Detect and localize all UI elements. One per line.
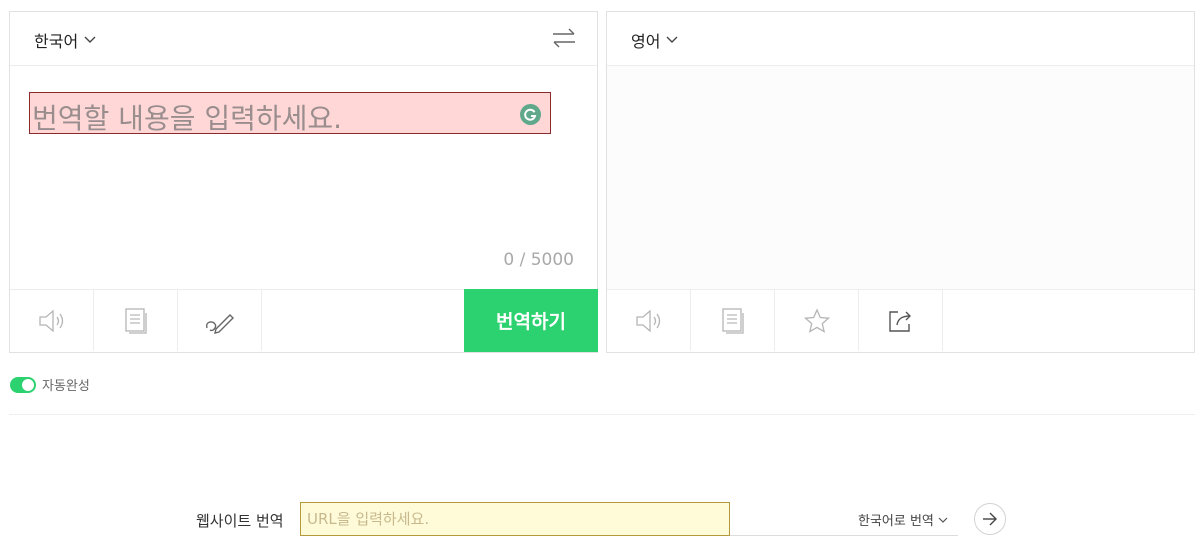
target-toolbar — [607, 289, 1194, 352]
speaker-icon — [38, 309, 63, 332]
target-panel-header: 영어 — [607, 12, 1194, 66]
grammarly-icon[interactable] — [520, 104, 541, 125]
target-language-select[interactable]: 영어 — [631, 28, 678, 52]
grammarly-g-icon — [524, 108, 537, 121]
star-icon — [803, 307, 830, 333]
chevron-down-icon — [938, 517, 948, 523]
website-translate-go-button[interactable] — [974, 503, 1006, 535]
website-translate-label: 웹사이트 번역 — [196, 512, 284, 530]
source-panel: 한국어 번역할 내용을 입력하세요. 0 / 5000 번역하기 — [9, 11, 598, 353]
autocomplete-option: 자동완성 — [10, 375, 90, 394]
url-underline — [730, 535, 958, 536]
target-panel: 영어 — [606, 11, 1195, 353]
handwriting-button[interactable] — [178, 290, 262, 351]
section-divider — [9, 414, 1195, 415]
source-language-label: 한국어 — [34, 32, 79, 51]
chevron-down-icon — [84, 36, 96, 43]
character-counter: 0 / 5000 — [503, 250, 574, 270]
autocomplete-toggle[interactable] — [10, 376, 36, 393]
speaker-icon — [635, 309, 660, 332]
website-target-language-select[interactable]: 한국어로 번역 — [858, 510, 948, 529]
toggle-knob — [22, 378, 34, 391]
target-language-label: 영어 — [631, 32, 661, 51]
favorite-button[interactable] — [775, 290, 859, 351]
copy-icon — [721, 307, 744, 334]
source-listen-button[interactable] — [10, 290, 94, 351]
url-input[interactable] — [300, 502, 730, 536]
chevron-down-icon — [666, 36, 678, 43]
source-copy-button[interactable] — [94, 290, 178, 351]
source-toolbar: 번역하기 — [10, 289, 598, 352]
source-placeholder: 번역할 내용을 입력하세요. — [32, 102, 343, 135]
source-text-input[interactable]: 번역할 내용을 입력하세요. — [29, 92, 551, 135]
target-copy-button[interactable] — [691, 290, 775, 351]
target-listen-button[interactable] — [607, 290, 691, 351]
source-panel-header: 한국어 — [10, 12, 597, 66]
share-icon — [888, 310, 911, 332]
website-target-language-label: 한국어로 번역 — [858, 514, 934, 529]
arrow-right-icon — [983, 512, 997, 526]
autocomplete-label: 자동완성 — [42, 379, 90, 394]
share-button[interactable] — [859, 290, 943, 351]
source-language-select[interactable]: 한국어 — [34, 28, 96, 52]
copy-icon — [124, 307, 147, 334]
translate-button[interactable]: 번역하기 — [464, 289, 598, 352]
handwriting-icon — [205, 313, 234, 334]
swap-languages-icon[interactable] — [551, 26, 577, 50]
